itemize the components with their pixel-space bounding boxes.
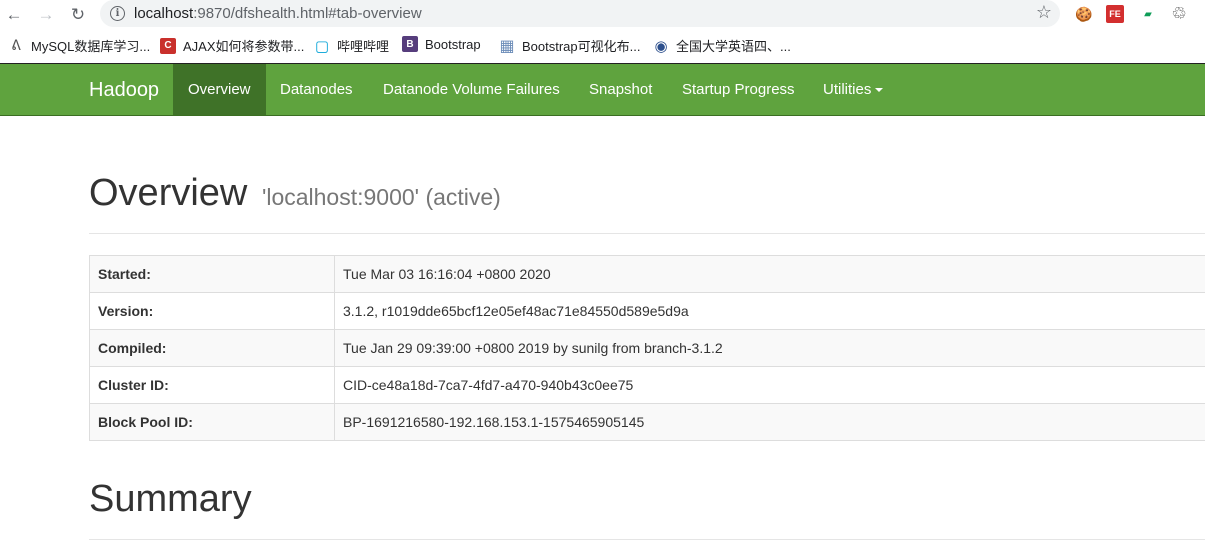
bookmark-label: 全国大学英语四、... [676,39,791,54]
url-text[interactable]: localhost:9870/dfshealth.html#tab-overvi… [134,5,422,22]
bookmark-star-icon[interactable]: ☆ [1036,2,1052,23]
bookmark-label: 哔哩哔哩 [337,39,390,54]
overview-table: Started: Tue Mar 03 16:16:04 +0800 2020 … [89,255,1205,441]
site-info-icon[interactable]: i [110,6,125,21]
bookmarks-bar: ᕕ MySQL数据库学习... C AJAX如何将参数带... ▢ 哔哩哔哩 B… [0,28,1205,63]
fe-icon[interactable]: FE [1106,5,1124,23]
bootstrap-icon: B [402,36,418,52]
csdn-icon: C [160,37,176,54]
address-bar[interactable]: i localhost:9870/dfshealth.html#tab-over… [100,0,1060,27]
row-value: Tue Mar 03 16:16:04 +0800 2020 [334,255,1205,293]
table-row: Compiled: Tue Jan 29 09:39:00 +0800 2019… [89,329,1205,367]
tab-datanode-volume-failures[interactable]: Datanode Volume Failures [368,64,575,115]
tab-label: Datanode Volume Failures [383,81,560,98]
table-row: Version: 3.1.2, r1019dde65bcf12e05ef48ac… [89,292,1205,330]
tab-label: Startup Progress [682,81,795,98]
cet-icon: ◉ [654,37,668,55]
row-value: CID-ce48a18d-7ca7-4fd7-a470-940b43c0ee75 [334,366,1205,404]
table-row: Cluster ID: CID-ce48a18d-7ca7-4fd7-a470-… [89,366,1205,404]
tab-datanodes[interactable]: Datanodes [265,64,368,115]
grid-icon: ▦ [499,37,515,55]
bookmark-cet[interactable]: ◉ 全国大学英语四、... [653,36,791,55]
summary-header: Summary [89,478,1205,540]
bookmark-mysql[interactable]: ᕕ MySQL数据库学习... [8,36,150,55]
reload-icon[interactable]: ↻ [68,4,88,24]
bookmark-label: Bootstrap [425,36,481,52]
bookmark-bootstrap[interactable]: B Bootstrap [402,36,481,52]
row-value: 3.1.2, r1019dde65bcf12e05ef48ac71e84550d… [334,292,1205,330]
tab-startup-progress[interactable]: Startup Progress [667,64,810,115]
row-key: Version: [89,292,335,330]
hadoop-navbar: Hadoop Overview Datanodes Datanode Volum… [0,63,1205,116]
tab-label: Utilities [823,81,872,98]
url-path: :9870/dfshealth.html#tab-overview [193,5,422,22]
tab-overview[interactable]: Overview [173,64,266,115]
tab-snapshot[interactable]: Snapshot [574,64,667,115]
green-extension-icon[interactable]: ▰ [1139,5,1157,23]
mysql-icon: ᕕ [11,37,21,53]
row-key: Block Pool ID: [89,403,335,441]
browser-toolbar: ← → ↻ i localhost:9870/dfshealth.html#ta… [0,0,1205,28]
row-value: Tue Jan 29 09:39:00 +0800 2019 by sunilg… [334,329,1205,367]
row-value: BP-1691216580-192.168.153.1-157546590514… [334,403,1205,441]
row-key: Started: [89,255,335,293]
bilibili-icon: ▢ [314,37,330,55]
bookmark-ajax[interactable]: C AJAX如何将参数带... [160,36,304,55]
tab-utilities[interactable]: Utilities [808,64,898,115]
url-host: localhost [134,5,194,22]
back-icon[interactable]: ← [4,4,24,24]
bookmark-label: Bootstrap可视化布... [522,39,641,54]
overview-header: Overview 'localhost:9000' (active) [89,172,1205,234]
caret-down-icon [875,88,884,93]
table-row: Block Pool ID: BP-1691216580-192.168.153… [89,403,1205,441]
tab-label: Snapshot [589,81,653,98]
tab-label: Overview [188,81,251,98]
bookmark-bilibili[interactable]: ▢ 哔哩哔哩 [314,36,389,55]
page-title: Overview 'localhost:9000' (active) [89,172,1205,215]
row-key: Compiled: [89,329,335,367]
tab-label: Datanodes [280,81,353,98]
summary-title: Summary [89,478,252,520]
bookmark-bootstrap-layout[interactable]: ▦ Bootstrap可视化布... [499,36,640,55]
recycle-icon[interactable]: ♲ [1170,4,1188,23]
navbar-brand[interactable]: Hadoop [89,79,159,102]
row-key: Cluster ID: [89,366,335,404]
overview-title: Overview [89,172,248,214]
bookmark-label: AJAX如何将参数带... [183,39,305,54]
cookie-icon[interactable]: 🍪 [1075,5,1093,23]
forward-icon[interactable]: → [36,4,56,24]
table-row: Started: Tue Mar 03 16:16:04 +0800 2020 [89,255,1205,293]
bookmark-label: MySQL数据库学习... [31,39,151,54]
overview-subtitle: 'localhost:9000' (active) [261,184,501,210]
